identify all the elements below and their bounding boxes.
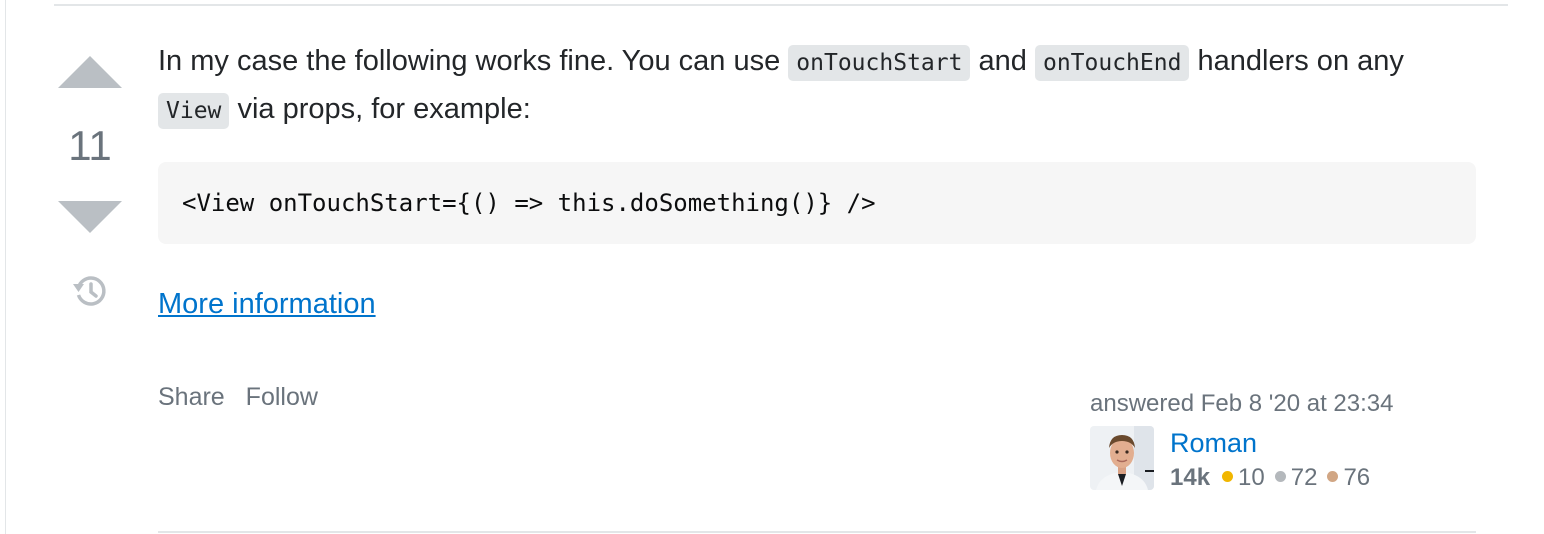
gold-badge-count: 10 [1238,464,1265,491]
silver-badge-icon [1274,471,1286,483]
avatar[interactable] [1090,426,1154,490]
avatar-image [1090,426,1154,490]
answer-text: handlers on any [1189,45,1404,77]
user-name-link[interactable]: Roman [1170,426,1257,460]
user-card: answered Feb 8 '20 at 23:34 Roman 14k 10 7… [1090,388,1450,491]
answer-text: and [970,45,1035,77]
inline-code-ontouchstart: onTouchStart [788,45,971,81]
user-stats: 14k 10 72 76 [1170,462,1380,494]
left-border [0,0,6,534]
silver-badge: 72 [1274,464,1318,491]
gold-badge-icon [1222,471,1234,483]
follow-link[interactable]: Follow [246,383,318,411]
inline-code-ontouchend: onTouchEnd [1034,45,1190,81]
bottom-divider [158,531,1476,533]
share-link[interactable]: Share [158,383,225,411]
reputation-score: 14k [1170,464,1211,491]
upvote-arrow-icon[interactable] [58,56,122,88]
post-actions: Share Follow [158,380,332,414]
answered-timestamp: answered Feb 8 '20 at 23:34 [1090,390,1394,417]
more-information-link[interactable]: More information [158,284,376,324]
bronze-badge: 76 [1327,464,1370,491]
vote-count: 11 [68,122,112,169]
gold-badge: 10 [1222,464,1265,491]
downvote-arrow-icon[interactable] [58,201,122,233]
bronze-badge-count: 76 [1343,464,1371,491]
answer-text: via props, for example: [229,93,531,125]
answer-page: 11 In my case the following works fine. … [0,0,1544,534]
bronze-badge-icon [1327,471,1339,483]
answer-text: In my case the following works fine. You… [158,45,789,77]
top-divider [54,4,1508,6]
history-icon[interactable] [70,272,108,310]
code-block: <View onTouchStart={() => this.doSomethi… [158,162,1476,244]
answer-paragraph: In my case the following works fine. You… [158,38,1476,134]
inline-code-view: View [158,93,230,129]
answer-body: In my case the following works fine. You… [158,38,1476,134]
silver-badge-count: 72 [1290,464,1318,491]
